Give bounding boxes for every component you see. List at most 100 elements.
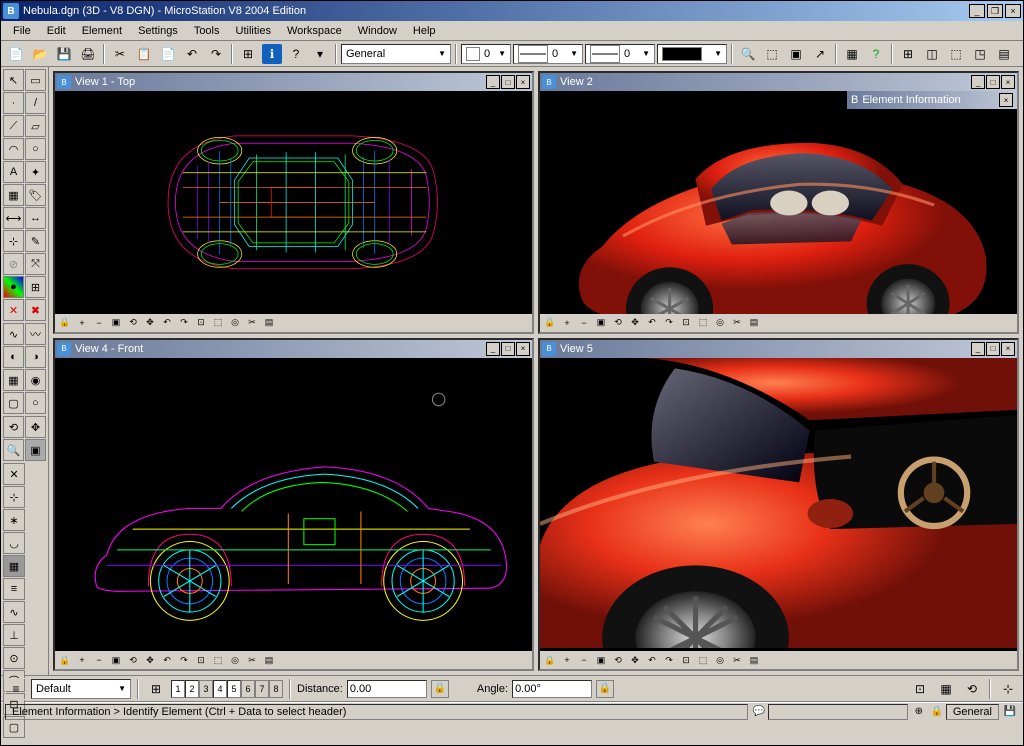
vp1-lock-button[interactable]: 🔒 <box>57 315 73 331</box>
distance-lock[interactable]: 🔒 <box>431 680 449 698</box>
vp1-fit-button[interactable]: ▣ <box>108 315 124 331</box>
modify-tool[interactable]: ⊹ <box>3 230 24 252</box>
vp5-minus-button[interactable]: − <box>576 652 592 668</box>
menu-edit[interactable]: Edit <box>39 23 74 39</box>
arrow-ne-button[interactable]: ↗ <box>809 43 831 65</box>
distance-input[interactable] <box>347 680 427 698</box>
drop-tool[interactable]: ⊘ <box>3 253 24 275</box>
toggle-a-button[interactable]: ⊞ <box>237 43 259 65</box>
pattern-tool[interactable]: ▦ <box>3 184 24 206</box>
vp4-camera-button[interactable]: ◎ <box>227 652 243 668</box>
viewport-1-canvas[interactable] <box>55 91 532 314</box>
vp5-pan-button[interactable]: ✥ <box>627 652 643 668</box>
vp4-prev-button[interactable]: ↶ <box>159 652 175 668</box>
active-level-select[interactable]: Default▼ <box>31 679 131 699</box>
shape-tool[interactable]: ▱ <box>25 115 46 137</box>
cut-button[interactable]: ✂ <box>109 43 131 65</box>
menu-tools[interactable]: Tools <box>186 23 228 39</box>
snap-d-tool[interactable]: ▦ <box>3 555 25 577</box>
arc-tool[interactable]: ◠ <box>3 138 24 160</box>
lineweight-select[interactable]: 0▼ <box>585 44 655 64</box>
menu-file[interactable]: File <box>5 23 39 39</box>
paste-button[interactable]: 📄 <box>157 43 179 65</box>
text-tool[interactable]: A <box>3 161 24 183</box>
tool-r2-button[interactable]: ◫ <box>921 43 943 65</box>
vp5-fit-button[interactable]: ▣ <box>593 652 609 668</box>
viewport-2-max[interactable]: □ <box>986 75 1000 89</box>
view-button-2[interactable]: 2 <box>185 680 199 698</box>
restore-button[interactable]: ❐ <box>987 4 1003 18</box>
vp2-lock-button[interactable]: 🔒 <box>542 315 558 331</box>
viewport-4-close[interactable]: × <box>516 342 530 356</box>
menu-element[interactable]: Element <box>74 23 130 39</box>
menu-settings[interactable]: Settings <box>130 23 186 39</box>
viewport-5-close[interactable]: × <box>1001 342 1015 356</box>
polyline-tool[interactable]: ⟋ <box>3 115 24 137</box>
level-icon[interactable]: ≡ <box>5 678 27 700</box>
vp1-display-button[interactable]: ▤ <box>261 315 277 331</box>
vp4-plus-button[interactable]: + <box>74 652 90 668</box>
info-panel-close[interactable]: × <box>999 93 1013 107</box>
vp2-clip-button[interactable]: ✂ <box>729 315 745 331</box>
vp1-minus-button[interactable]: − <box>91 315 107 331</box>
menu-workspace[interactable]: Workspace <box>279 23 350 39</box>
vp2-prev-button[interactable]: ↶ <box>644 315 660 331</box>
viewport-5-max[interactable]: □ <box>986 342 1000 356</box>
vp5-prev-button[interactable]: ↶ <box>644 652 660 668</box>
view-button-8[interactable]: 8 <box>269 680 283 698</box>
viewport-2-min[interactable]: _ <box>971 75 985 89</box>
delete-x-tool[interactable]: ✕ <box>3 299 24 321</box>
open-file-button[interactable]: 📂 <box>29 43 51 65</box>
curve-tool[interactable]: ∿ <box>3 323 24 345</box>
vp2-display-button[interactable]: ▤ <box>746 315 762 331</box>
surface-tool[interactable]: ◐ <box>3 346 24 368</box>
angle-input[interactable] <box>512 680 592 698</box>
vp5-clip-button[interactable]: ✂ <box>729 652 745 668</box>
viewport-2-close[interactable]: × <box>1001 75 1015 89</box>
snap-f-tool[interactable]: ∿ <box>3 601 25 623</box>
vp4-fit-button[interactable]: ▣ <box>108 652 124 668</box>
mesh-tool[interactable]: ▦ <box>3 369 24 391</box>
new-file-button[interactable]: 📄 <box>5 43 27 65</box>
vp4-next-button[interactable]: ↷ <box>176 652 192 668</box>
manipulate-tool[interactable]: ⤧ <box>25 253 46 275</box>
vp4-lock-button[interactable]: 🔒 <box>57 652 73 668</box>
vp1-clip-button[interactable]: ✂ <box>244 315 260 331</box>
accudraw-c-button[interactable]: ⟲ <box>961 678 983 700</box>
view-button-4[interactable]: 4 <box>213 680 227 698</box>
linestyle-select[interactable]: 0▼ <box>513 44 583 64</box>
vp2-pan-button[interactable]: ✥ <box>627 315 643 331</box>
viewport-4-canvas[interactable] <box>55 358 532 651</box>
solid-tool[interactable]: ◑ <box>25 346 46 368</box>
help-button[interactable]: ? <box>285 43 307 65</box>
circle-tool[interactable]: ○ <box>25 138 46 160</box>
select-tool[interactable]: ↖ <box>3 69 24 91</box>
dim-tool[interactable]: ⟷ <box>3 207 24 229</box>
dropdown-a-button[interactable]: ▾ <box>309 43 331 65</box>
vp2-minus-button[interactable]: − <box>576 315 592 331</box>
tag-tool[interactable]: 🏷 <box>25 184 46 206</box>
vp4-cube-button[interactable]: ⬚ <box>210 652 226 668</box>
save-file-button[interactable]: 💾 <box>53 43 75 65</box>
vp2-fit-button[interactable]: ▣ <box>593 315 609 331</box>
vp2-rotate-button[interactable]: ⟲ <box>610 315 626 331</box>
vp5-next-button[interactable]: ↷ <box>661 652 677 668</box>
vp4-display-button[interactable]: ▤ <box>261 652 277 668</box>
line-tool[interactable]: / <box>25 92 46 114</box>
vp4-area-button[interactable]: ⊡ <box>193 652 209 668</box>
render-tool[interactable]: ◉ <box>25 369 46 391</box>
color-select[interactable]: 0▼ <box>461 44 511 64</box>
fill-select[interactable]: ▼ <box>657 44 727 64</box>
viewport-1-min[interactable]: _ <box>486 75 500 89</box>
viewport-4-titlebar[interactable]: B View 4 - Front _ □ × <box>55 340 532 358</box>
vp1-prev-button[interactable]: ↶ <box>159 315 175 331</box>
view-fit-tool[interactable]: ▣ <box>25 439 46 461</box>
view-grid-toggle[interactable]: ⊞ <box>145 678 167 700</box>
tool-r1-button[interactable]: ⊞ <box>897 43 919 65</box>
print-button[interactable]: 🖨 <box>77 43 99 65</box>
delete-xx-tool[interactable]: ✖ <box>25 299 46 321</box>
tool-r3-button[interactable]: ⬚ <box>945 43 967 65</box>
view-zoom-tool[interactable]: 🔍 <box>3 439 24 461</box>
cell-tool[interactable]: ✦ <box>25 161 46 183</box>
snap-c-tool[interactable]: ◡ <box>3 532 25 554</box>
